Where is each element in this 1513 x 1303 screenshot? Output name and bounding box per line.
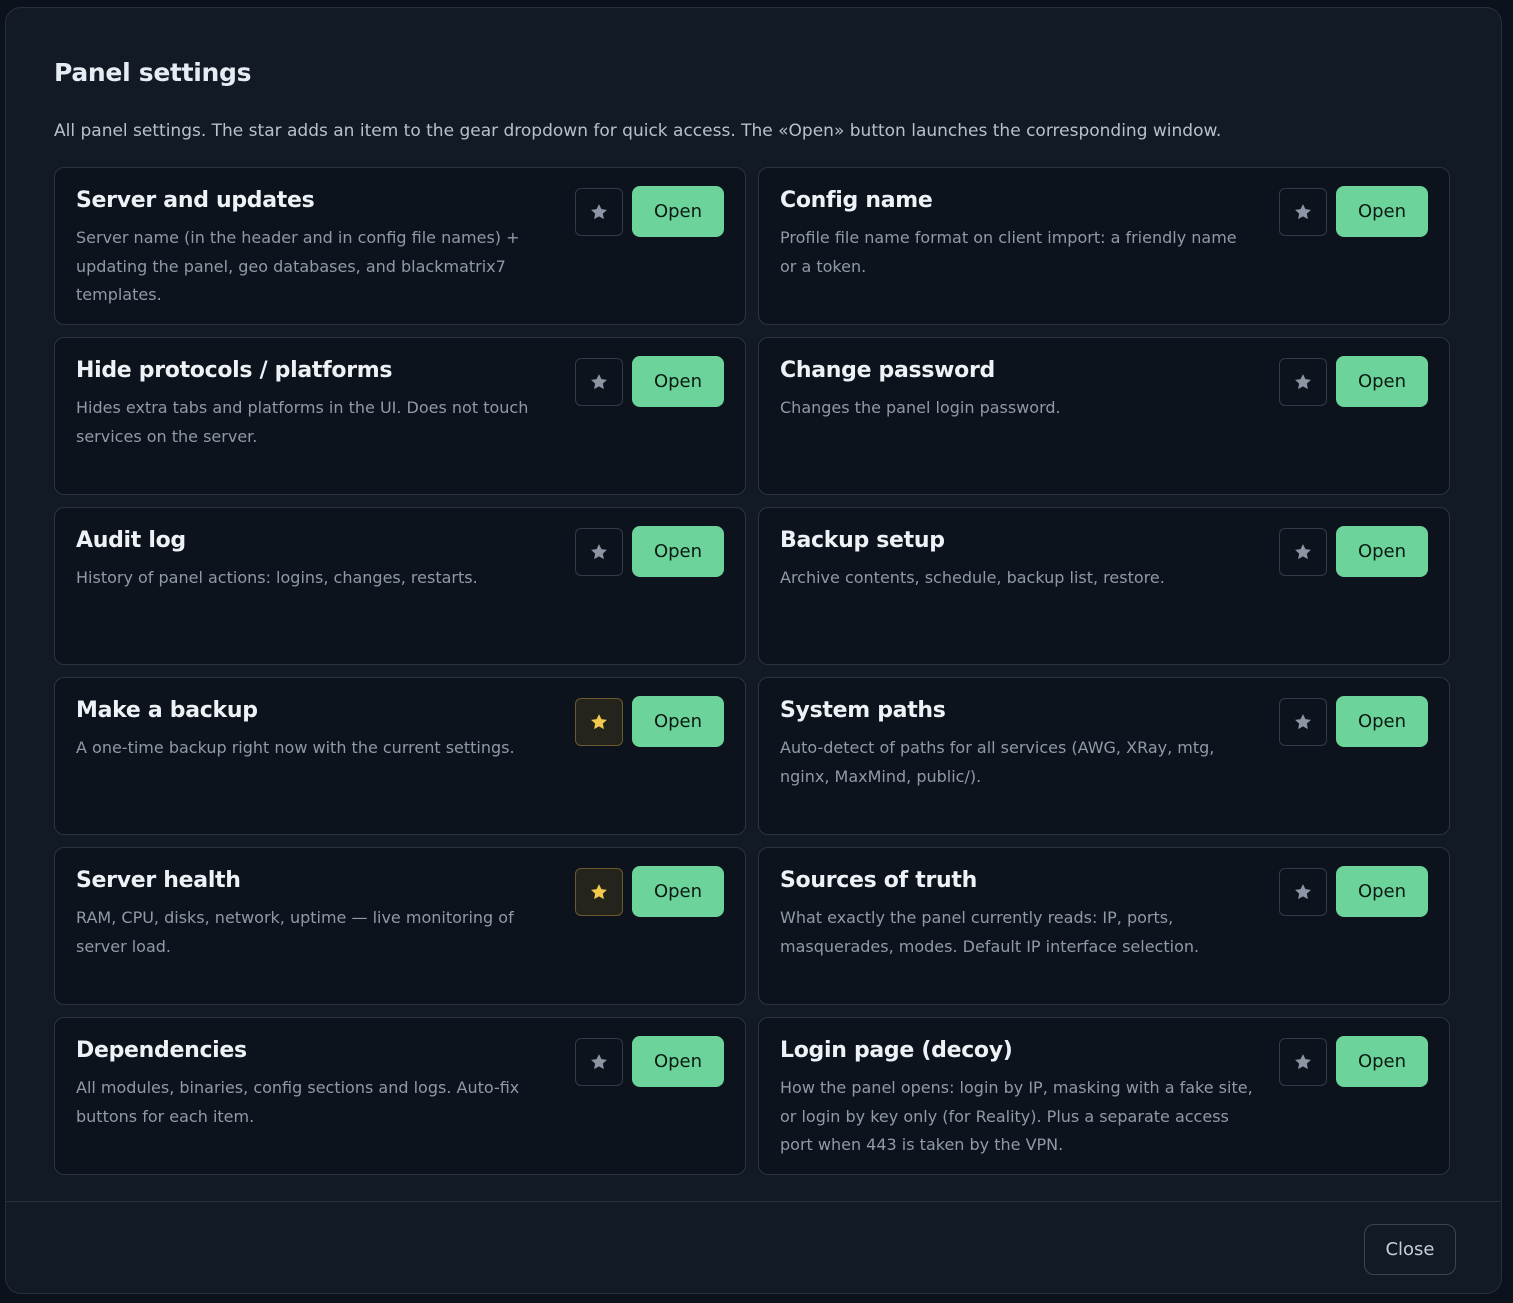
favorite-star-button[interactable] <box>575 528 623 576</box>
open-button[interactable]: Open <box>632 526 724 577</box>
modal-title: Panel settings <box>54 58 252 87</box>
star-icon <box>591 714 607 730</box>
card-description: RAM, CPU, disks, network, uptime — live … <box>76 908 514 956</box>
star-icon <box>1295 1054 1311 1070</box>
open-button[interactable]: Open <box>632 186 724 237</box>
favorite-star-button[interactable] <box>1279 528 1327 576</box>
settings-card: Login page (decoy) How the panel opens: … <box>758 1017 1450 1175</box>
card-description: What exactly the panel currently reads: … <box>780 908 1200 956</box>
favorite-star-button[interactable] <box>575 188 623 236</box>
open-button[interactable]: Open <box>632 1036 724 1087</box>
star-icon <box>1295 884 1311 900</box>
open-button[interactable]: Open <box>1336 526 1428 577</box>
card-description: A one-time backup right now with the cur… <box>76 738 515 757</box>
settings-card: Server health RAM, CPU, disks, network, … <box>54 847 746 1005</box>
settings-grid: Server and updates Server name (in the h… <box>54 167 1450 1175</box>
card-title: Make a backup <box>76 698 258 723</box>
card-description: Hides extra tabs and platforms in the UI… <box>76 398 529 446</box>
settings-card: Sources of truth What exactly the panel … <box>758 847 1450 1005</box>
settings-card: Change password Changes the panel login … <box>758 337 1450 495</box>
card-description: History of panel actions: logins, change… <box>76 568 478 587</box>
card-description: Changes the panel login password. <box>780 398 1061 417</box>
card-title: System paths <box>780 698 946 723</box>
star-icon <box>591 544 607 560</box>
star-icon <box>1295 544 1311 560</box>
star-icon <box>591 1054 607 1070</box>
star-icon <box>591 884 607 900</box>
card-title: Dependencies <box>76 1038 247 1063</box>
settings-card: Make a backup A one-time backup right no… <box>54 677 746 835</box>
settings-modal: Panel settings All panel settings. The s… <box>5 7 1502 1294</box>
card-title: Server health <box>76 868 241 893</box>
card-title: Login page (decoy) <box>780 1038 1013 1063</box>
settings-card: Audit log History of panel actions: logi… <box>54 507 746 665</box>
open-button[interactable]: Open <box>1336 356 1428 407</box>
card-description: Profile file name format on client impor… <box>780 228 1237 276</box>
settings-card: Server and updates Server name (in the h… <box>54 167 746 325</box>
favorite-star-button[interactable] <box>1279 188 1327 236</box>
favorite-star-button[interactable] <box>1279 698 1327 746</box>
favorite-star-button[interactable] <box>575 698 623 746</box>
card-title: Audit log <box>76 528 186 553</box>
card-title: Change password <box>780 358 995 383</box>
open-button[interactable]: Open <box>1336 186 1428 237</box>
star-icon <box>591 374 607 390</box>
close-button[interactable]: Close <box>1364 1224 1456 1275</box>
modal-subtitle: All panel settings. The star adds an ite… <box>54 121 1222 141</box>
star-icon <box>1295 374 1311 390</box>
open-button[interactable]: Open <box>1336 1036 1428 1087</box>
open-button[interactable]: Open <box>1336 696 1428 747</box>
footer-divider <box>6 1201 1501 1202</box>
card-title: Backup setup <box>780 528 945 553</box>
star-icon <box>591 204 607 220</box>
favorite-star-button[interactable] <box>575 358 623 406</box>
settings-card: Dependencies All modules, binaries, conf… <box>54 1017 746 1175</box>
card-description: All modules, binaries, config sections a… <box>76 1078 520 1126</box>
settings-card: Config name Profile file name format on … <box>758 167 1450 325</box>
star-icon <box>1295 714 1311 730</box>
card-title: Hide protocols / platforms <box>76 358 393 383</box>
favorite-star-button[interactable] <box>1279 1038 1327 1086</box>
open-button[interactable]: Open <box>632 696 724 747</box>
open-button[interactable]: Open <box>632 356 724 407</box>
card-description: Server name (in the header and in config… <box>76 228 520 304</box>
card-description: Auto-detect of paths for all services (A… <box>780 738 1215 786</box>
favorite-star-button[interactable] <box>1279 358 1327 406</box>
settings-card: Backup setup Archive contents, schedule,… <box>758 507 1450 665</box>
card-title: Config name <box>780 188 933 213</box>
favorite-star-button[interactable] <box>575 868 623 916</box>
card-description: Archive contents, schedule, backup list,… <box>780 568 1165 587</box>
settings-card: Hide protocols / platforms Hides extra t… <box>54 337 746 495</box>
open-button[interactable]: Open <box>632 866 724 917</box>
settings-card: System paths Auto-detect of paths for al… <box>758 677 1450 835</box>
favorite-star-button[interactable] <box>1279 868 1327 916</box>
card-description: How the panel opens: login by IP, maskin… <box>780 1078 1253 1154</box>
star-icon <box>1295 204 1311 220</box>
card-title: Sources of truth <box>780 868 977 893</box>
favorite-star-button[interactable] <box>575 1038 623 1086</box>
card-title: Server and updates <box>76 188 315 213</box>
open-button[interactable]: Open <box>1336 866 1428 917</box>
